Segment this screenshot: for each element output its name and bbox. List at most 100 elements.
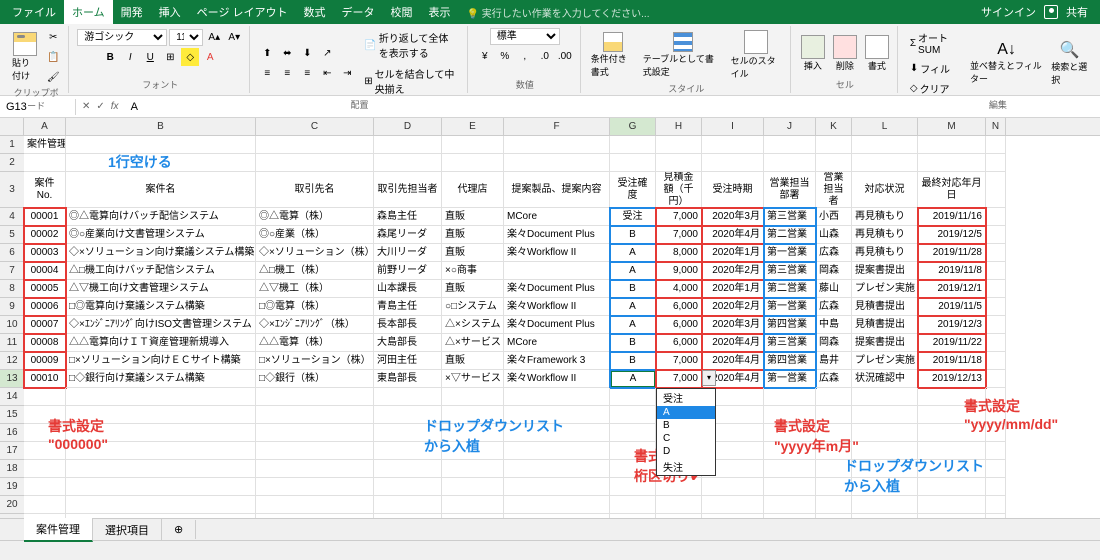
cell-dept[interactable]: 第二営業 xyxy=(764,280,816,298)
cell-agent[interactable]: 直販 xyxy=(442,208,504,226)
cancel-formula-button[interactable]: ✕ xyxy=(82,101,90,112)
cell-status[interactable]: 再見積もり xyxy=(852,226,918,244)
align-right-button[interactable]: ≡ xyxy=(298,64,316,82)
format-cells-button[interactable]: 書式 xyxy=(863,33,891,74)
cell[interactable] xyxy=(256,136,374,154)
header-cell[interactable]: 受注確度 xyxy=(610,172,656,208)
cell[interactable] xyxy=(764,406,816,424)
cell-contact[interactable]: 山本課長 xyxy=(374,280,442,298)
cell[interactable] xyxy=(442,424,504,442)
cell-rep[interactable]: 広森 xyxy=(816,298,852,316)
cell-agent[interactable]: △×サービス xyxy=(442,334,504,352)
cell[interactable] xyxy=(442,460,504,478)
cell[interactable] xyxy=(986,226,1006,244)
cell-cust[interactable]: □◇銀行（株） xyxy=(256,370,374,388)
cell[interactable] xyxy=(852,460,918,478)
cell[interactable] xyxy=(24,514,66,518)
cell-agent[interactable]: 直販 xyxy=(442,280,504,298)
cell[interactable] xyxy=(442,496,504,514)
cell-status[interactable]: 状況確認中 xyxy=(852,370,918,388)
cell-no[interactable]: 00004 xyxy=(24,262,66,280)
border-button[interactable]: ⊞ xyxy=(161,48,179,66)
orientation-button[interactable]: ↗ xyxy=(318,44,336,62)
autosum-button[interactable]: Σ オート SUM xyxy=(906,28,964,58)
format-painter-button[interactable]: 🖌 xyxy=(44,68,62,86)
cell-status[interactable]: 再見積もり xyxy=(852,244,918,262)
cell[interactable] xyxy=(702,478,764,496)
currency-button[interactable]: ¥ xyxy=(476,47,494,65)
cell[interactable] xyxy=(66,442,256,460)
cell[interactable] xyxy=(816,496,852,514)
cell-dept[interactable]: 第四営業 xyxy=(764,316,816,334)
cell[interactable] xyxy=(442,388,504,406)
cell[interactable] xyxy=(852,406,918,424)
cell-dept[interactable]: 第二営業 xyxy=(764,226,816,244)
format-table-button[interactable]: テーブルとして書式設定 xyxy=(641,30,725,80)
cell-prob[interactable]: B xyxy=(610,226,656,244)
tab-review[interactable]: 校閲 xyxy=(383,0,421,24)
cell[interactable] xyxy=(256,514,374,518)
cell-status[interactable]: 再見積もり xyxy=(852,208,918,226)
number-format-select[interactable]: 標準 xyxy=(490,28,560,45)
cell-name[interactable]: □◎電算向け棄議システム構築 xyxy=(66,298,256,316)
row-header[interactable]: 19 xyxy=(0,478,24,496)
cell[interactable] xyxy=(986,370,1006,388)
cell-cust[interactable]: □×ソリューション（株） xyxy=(256,352,374,370)
row-header[interactable]: 6 xyxy=(0,244,24,262)
font-color-button[interactable]: A xyxy=(201,48,219,66)
cell[interactable] xyxy=(256,424,374,442)
cell[interactable] xyxy=(24,154,66,172)
cell[interactable] xyxy=(702,154,764,172)
cell[interactable] xyxy=(66,460,256,478)
cell[interactable] xyxy=(66,154,256,172)
header-cell[interactable]: 案件No. xyxy=(24,172,66,208)
font-size-select[interactable]: 11 xyxy=(169,29,203,46)
cell-date[interactable]: 2019/12/5 xyxy=(918,226,986,244)
merge-center-button[interactable]: ⊞セルを結合して中央揃え xyxy=(360,64,461,98)
tab-view[interactable]: 表示 xyxy=(421,0,459,24)
cell-amt[interactable]: 7,000 xyxy=(656,352,702,370)
cell-contact[interactable]: 長本部長 xyxy=(374,316,442,334)
cell[interactable] xyxy=(852,496,918,514)
tab-data[interactable]: データ xyxy=(334,0,383,24)
sheet-tab[interactable]: 選択項目 xyxy=(93,519,162,541)
cell-contact[interactable]: 河田主任 xyxy=(374,352,442,370)
cell[interactable] xyxy=(986,496,1006,514)
cell-dept[interactable]: 第三営業 xyxy=(764,208,816,226)
cell[interactable] xyxy=(816,514,852,518)
col-header-B[interactable]: B xyxy=(66,118,256,135)
bold-button[interactable]: B xyxy=(101,48,119,66)
cell[interactable] xyxy=(374,136,442,154)
row-header[interactable]: 1 xyxy=(0,136,24,154)
col-header-I[interactable]: I xyxy=(702,118,764,135)
cell-when[interactable]: 2020年3月 xyxy=(702,316,764,334)
cell-dept[interactable]: 第一営業 xyxy=(764,370,816,388)
cell-prob[interactable]: B xyxy=(610,280,656,298)
dropdown-item[interactable]: C xyxy=(657,432,715,445)
italic-button[interactable]: I xyxy=(121,48,139,66)
cell-rep[interactable]: 広森 xyxy=(816,244,852,262)
cell[interactable] xyxy=(442,154,504,172)
cell[interactable] xyxy=(702,136,764,154)
col-header-C[interactable]: C xyxy=(256,118,374,135)
col-header-D[interactable]: D xyxy=(374,118,442,135)
cell-no[interactable]: 00010 xyxy=(24,370,66,388)
header-cell[interactable]: 営業担当者 xyxy=(816,172,852,208)
cell-date[interactable]: 2019/11/5 xyxy=(918,298,986,316)
cell-when[interactable]: 2020年2月 xyxy=(702,298,764,316)
cell[interactable] xyxy=(986,478,1006,496)
cell[interactable] xyxy=(24,406,66,424)
cell[interactable] xyxy=(764,424,816,442)
cell[interactable] xyxy=(816,154,852,172)
cell[interactable] xyxy=(610,496,656,514)
fx-button[interactable]: fx xyxy=(111,101,119,112)
signin-link[interactable]: サインイン xyxy=(981,4,1036,20)
cell[interactable] xyxy=(66,514,256,518)
conditional-format-button[interactable]: 条件付き書式 xyxy=(589,30,637,80)
cell-date[interactable]: 2019/11/28 xyxy=(918,244,986,262)
cell[interactable] xyxy=(918,514,986,518)
cell[interactable] xyxy=(816,424,852,442)
cell-dept[interactable]: 第三営業 xyxy=(764,262,816,280)
wrap-text-button[interactable]: 📄折り返して全体を表示する xyxy=(360,28,461,62)
cell-contact[interactable]: 青島主任 xyxy=(374,298,442,316)
